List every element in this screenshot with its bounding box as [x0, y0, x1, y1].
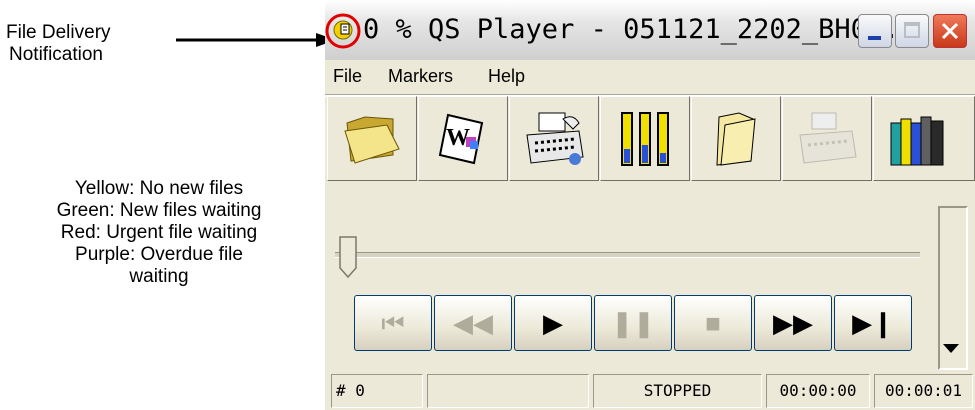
annotation-title-line1: File Delivery — [6, 22, 111, 43]
close-icon — [941, 22, 959, 40]
word-export-button[interactable]: W — [418, 96, 508, 181]
legend-yellow: Yellow: No new files — [74, 178, 244, 199]
notification-legend: Yellow: No new files Green: New files wa… — [4, 178, 314, 288]
skip-to-end-button[interactable]: ▶❙ — [834, 295, 912, 351]
pointer-arrow-icon — [176, 33, 336, 47]
books-icon — [890, 116, 944, 166]
minimize-button[interactable] — [858, 14, 892, 48]
open-folder-icon — [344, 116, 400, 164]
legend-purple-cont: waiting — [129, 266, 189, 287]
status-position: 00:00:00 — [766, 374, 870, 408]
status-length: 00:00:01 — [874, 374, 973, 408]
fast-forward-icon: ▶▶ — [773, 308, 813, 338]
position-slider-thumb[interactable] — [339, 236, 357, 278]
annotation-title-line2: Notification — [9, 44, 103, 65]
maximize-icon — [904, 22, 920, 38]
position-track[interactable] — [335, 252, 920, 258]
open-button[interactable] — [327, 96, 417, 181]
legend-red: Red: Urgent file waiting — [60, 222, 258, 243]
close-button[interactable] — [933, 14, 967, 48]
levels-icon — [621, 112, 669, 166]
window-title: 0 % QS Player - 051121_2202_BH0... — [363, 14, 916, 45]
skip-to-start-icon: ⏮ — [381, 308, 405, 338]
status-blank — [427, 374, 589, 408]
stop-button[interactable]: ■ — [674, 295, 752, 351]
status-marker: # 0 — [331, 374, 423, 408]
disabled-typewriter-icon — [799, 112, 857, 164]
qs-player-window: 0 % QS Player - 051121_2202_BH0... File … — [325, 0, 975, 410]
stop-icon: ■ — [705, 308, 721, 338]
legend-green: Green: New files waiting — [56, 200, 262, 221]
annotation-title: File Delivery Notification — [6, 22, 166, 66]
rewind-icon: ◀◀ — [453, 308, 493, 338]
folder-button[interactable] — [691, 96, 781, 181]
volume-pointer-icon[interactable] — [943, 344, 959, 353]
disabled-transcribe-button[interactable] — [782, 96, 872, 181]
skip-to-start-button[interactable]: ⏮ — [354, 295, 432, 351]
levels-button[interactable] — [600, 96, 690, 181]
file-notification-icon[interactable] — [323, 10, 363, 50]
fast-forward-button[interactable]: ▶▶ — [754, 295, 832, 351]
word-document-icon: W — [438, 113, 484, 165]
pause-button[interactable]: ❚❚ — [594, 295, 672, 351]
menu-markers[interactable]: Markers — [388, 66, 453, 87]
menu-file[interactable]: File — [333, 66, 362, 87]
title-bar[interactable]: 0 % QS Player - 051121_2202_BH0... — [325, 0, 975, 60]
pause-icon: ❚❚ — [611, 308, 655, 338]
menu-bar: File Markers Help — [325, 62, 975, 92]
play-icon: ▶ — [543, 308, 563, 338]
play-button[interactable]: ▶ — [514, 295, 592, 351]
status-state: STOPPED — [593, 374, 762, 408]
legend-purple: Purple: Overdue file — [75, 244, 243, 265]
rewind-button[interactable]: ◀◀ — [434, 295, 512, 351]
skip-to-end-icon: ▶❙ — [852, 308, 894, 338]
library-button[interactable] — [873, 96, 975, 181]
folder-icon — [716, 112, 756, 166]
typewriter-icon — [526, 112, 584, 165]
menu-help[interactable]: Help — [488, 66, 525, 87]
maximize-button[interactable] — [895, 14, 929, 48]
minimize-icon — [868, 36, 881, 40]
transcribe-button[interactable] — [509, 96, 599, 181]
